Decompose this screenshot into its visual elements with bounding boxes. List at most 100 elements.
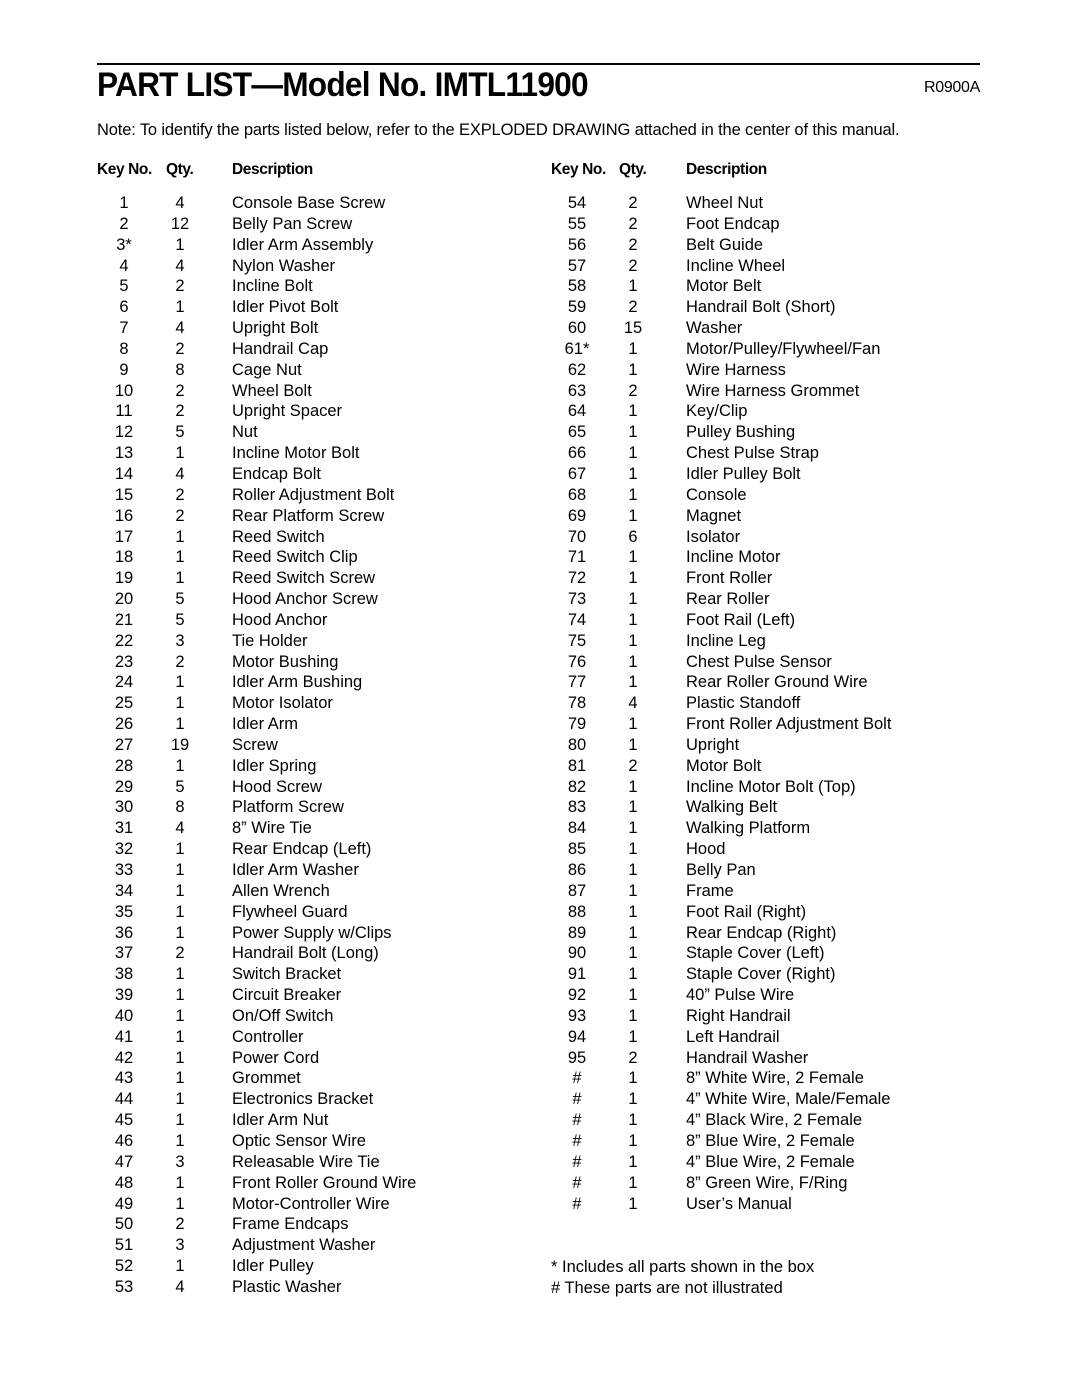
part-qty: 1 (175, 1048, 185, 1067)
part-description: Foot Rail (Right) (686, 902, 807, 921)
part-qty: 1 (175, 444, 185, 463)
footnote-asterisk: * Includes all parts shown in the box (551, 1258, 815, 1276)
part-qty: 8 (175, 798, 185, 817)
part-qty: 1 (628, 506, 638, 525)
part-key-no: 37 (114, 944, 134, 963)
part-key-no: 77 (567, 673, 587, 692)
part-key-no: 89 (567, 923, 587, 942)
part-description: Motor Isolator (232, 694, 333, 713)
part-qty: 2 (175, 506, 185, 525)
part-qty: 1 (175, 1257, 185, 1276)
part-qty: 1 (175, 1069, 185, 1088)
part-description: Handrail Washer (686, 1048, 809, 1067)
part-qty: 1 (628, 840, 638, 859)
part-qty: 6 (628, 527, 638, 546)
part-key-no: 72 (567, 569, 587, 588)
part-description: Staple Cover (Right) (686, 965, 836, 984)
part-qty: 1 (175, 298, 185, 317)
part-qty: 1 (175, 965, 185, 984)
part-qty: 2 (628, 1048, 638, 1067)
part-description: Idler Pulley Bolt (686, 464, 801, 483)
part-description: Releasable Wire Tie (232, 1152, 380, 1171)
part-key-no: # (572, 1111, 582, 1130)
part-qty: 1 (175, 756, 185, 775)
part-key-no: 8 (119, 339, 129, 358)
part-key-no: 9 (119, 360, 129, 379)
part-key-no: 55 (567, 214, 587, 233)
part-qty: 1 (628, 277, 638, 296)
part-key-no: 78 (567, 694, 587, 713)
part-qty: 1 (175, 1006, 185, 1025)
part-key-no: 71 (567, 548, 587, 567)
part-description: Key/Clip (686, 402, 748, 421)
part-qty: 1 (175, 527, 185, 546)
part-qty: 1 (628, 735, 638, 754)
part-description: Frame (686, 881, 734, 900)
part-key-no: 48 (114, 1173, 134, 1192)
part-qty: 5 (175, 777, 185, 796)
part-qty: 4 (175, 819, 185, 838)
part-description: Motor Bushing (232, 652, 339, 671)
part-qty: 15 (623, 319, 643, 338)
part-description: Power Supply w/Clips (232, 923, 392, 942)
part-qty: 4 (175, 1277, 185, 1296)
part-key-no: 33 (114, 861, 134, 879)
part-description: Tie Holder (232, 631, 308, 650)
part-description: Handrail Cap (232, 339, 329, 358)
part-description: Rear Endcap (Left) (232, 840, 372, 859)
part-description: Rear Platform Screw (232, 506, 385, 525)
part-description: Controller (232, 1027, 304, 1046)
part-key-no: 40 (114, 1006, 134, 1025)
part-key-no: 70 (567, 527, 587, 546)
part-qty: 2 (628, 298, 638, 317)
part-key-no: 53 (114, 1277, 134, 1296)
part-description: Idler Arm Bushing (232, 673, 363, 692)
part-description: Upright Bolt (232, 319, 319, 338)
part-qty: 1 (628, 965, 638, 984)
part-qty: 1 (628, 464, 638, 483)
part-key-no: 62 (567, 360, 587, 379)
part-description: Idler Arm Nut (232, 1111, 329, 1130)
part-key-no: 31 (114, 819, 134, 838)
part-key-no: 34 (114, 881, 134, 900)
part-key-no: # (572, 1131, 582, 1150)
part-qty: 1 (628, 1111, 638, 1130)
part-description: 8” Blue Wire, 2 Female (686, 1131, 855, 1150)
part-description: Incline Motor (686, 548, 781, 567)
header-rule (97, 63, 980, 65)
part-qty: 1 (628, 944, 638, 963)
part-key-no: 59 (567, 298, 587, 317)
qty-header: Qty. (619, 161, 647, 178)
part-description: Chest Pulse Strap (686, 444, 819, 463)
part-qty: 1 (628, 798, 638, 817)
part-qty: 3 (175, 1152, 185, 1171)
part-qty: 1 (628, 1027, 638, 1046)
part-qty: 1 (628, 631, 638, 650)
part-qty: 1 (175, 1090, 185, 1109)
part-key-no: 35 (114, 902, 134, 921)
part-qty: 1 (628, 923, 638, 942)
part-qty: 4 (628, 694, 638, 713)
part-description: Incline Bolt (232, 277, 313, 296)
part-qty: 1 (175, 986, 185, 1005)
part-description: Incline Wheel (686, 256, 786, 275)
part-key-no: 47 (114, 1152, 134, 1171)
part-qty: 1 (628, 715, 638, 734)
part-qty: 5 (175, 610, 185, 629)
part-key-no: 84 (567, 819, 587, 838)
part-qty: 2 (175, 339, 185, 358)
part-key-no: 61* (564, 339, 590, 358)
part-key-no: 60 (567, 319, 587, 338)
part-qty: 1 (175, 902, 185, 921)
part-qty: 1 (175, 548, 185, 567)
part-description: Hood Anchor Screw (232, 590, 378, 609)
part-key-no: 86 (567, 861, 587, 879)
part-qty: 12 (170, 214, 190, 233)
part-qty: 8 (175, 360, 185, 379)
part-description: Frame Endcaps (232, 1215, 349, 1234)
part-qty: 1 (628, 1131, 638, 1150)
part-description: Idler Pivot Bolt (232, 298, 339, 317)
part-key-no: 88 (567, 902, 587, 921)
part-qty: 2 (175, 944, 185, 963)
part-description: Motor/Pulley/Flywheel/Fan (686, 339, 881, 358)
